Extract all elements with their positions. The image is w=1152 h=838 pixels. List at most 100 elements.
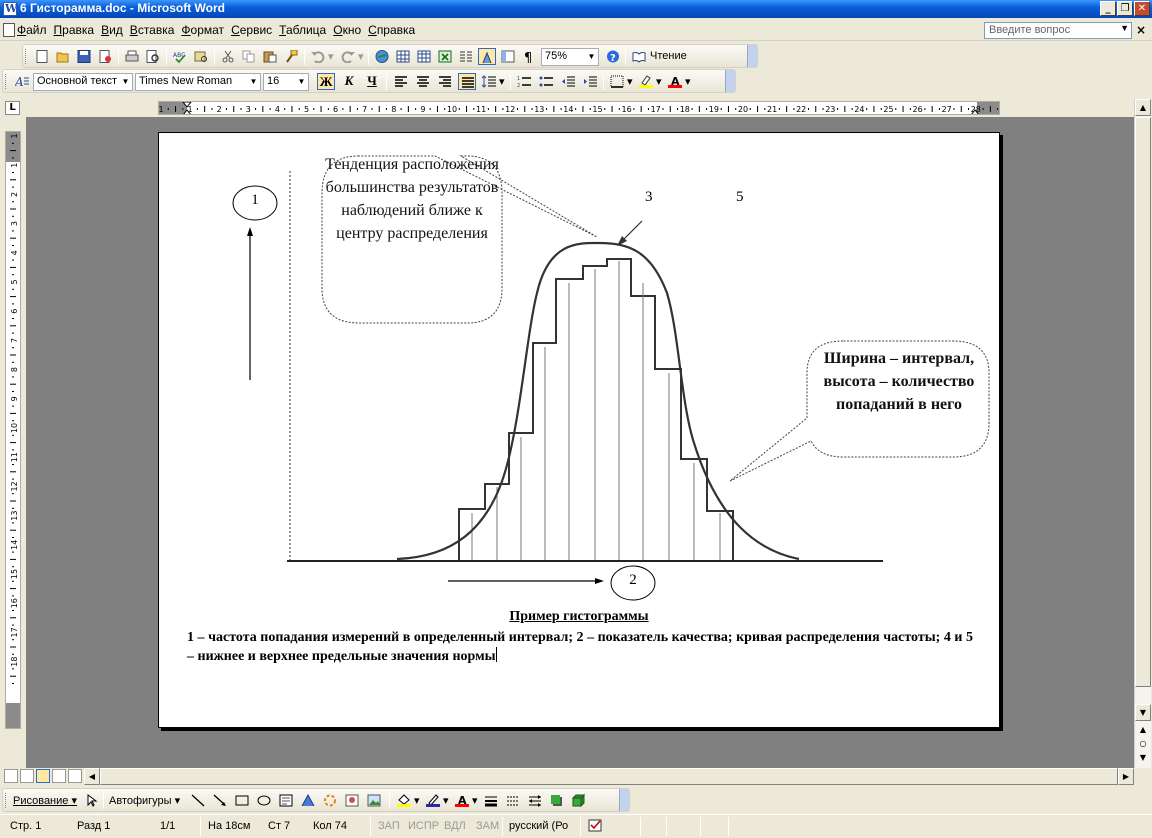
chevron-down-icon[interactable]: ▼: [296, 75, 307, 89]
hyperlink-icon[interactable]: [373, 48, 391, 65]
word-app-icon[interactable]: [3, 2, 17, 16]
increase-indent-icon[interactable]: [581, 73, 599, 90]
insert-excel-icon[interactable]: [436, 48, 454, 65]
status-trk[interactable]: ИСПР: [408, 820, 439, 832]
italic-button[interactable]: К: [340, 73, 358, 90]
font-size-select[interactable]: 16 ▼: [263, 73, 309, 91]
scroll-up-icon[interactable]: ▲: [1135, 99, 1151, 116]
zoom-select[interactable]: 75% ▼: [541, 48, 599, 66]
line-color-dropdown-icon[interactable]: ▾: [443, 794, 449, 807]
permission-icon[interactable]: [96, 48, 114, 65]
styles-formatting-icon[interactable]: A: [13, 73, 31, 90]
normal-view-icon[interactable]: [4, 769, 18, 783]
menu-item[interactable]: Правка: [54, 23, 102, 37]
print-preview-icon[interactable]: [144, 48, 162, 65]
vertical-ruler[interactable]: 1 1 2 3 4 5 6 7 8 9 10 11 12 13 14 15 16 17 18: [5, 131, 21, 729]
style-select[interactable]: Основной текст ▼: [33, 73, 133, 91]
menu-item[interactable]: Таблица: [279, 23, 333, 37]
menu-item[interactable]: Вставка: [130, 23, 182, 37]
align-left-icon[interactable]: [392, 73, 410, 90]
scroll-left-icon[interactable]: ◀: [84, 768, 100, 785]
document-page[interactable]: Тенденция расположения большинства резул…: [158, 132, 1000, 728]
menu-item[interactable]: Формат: [181, 23, 231, 37]
paste-icon[interactable]: [261, 48, 279, 65]
toolbar-options-icon[interactable]: [725, 70, 735, 92]
document-close-icon[interactable]: ×: [1136, 23, 1146, 37]
ask-question-input[interactable]: Введите вопрос ▼: [984, 22, 1132, 39]
highlight-dropdown-icon[interactable]: ▾: [656, 75, 662, 88]
cut-icon[interactable]: [219, 48, 237, 65]
save-icon[interactable]: [75, 48, 93, 65]
undo-icon[interactable]: [309, 48, 327, 65]
toolbar-grip[interactable]: [5, 793, 8, 808]
arrow-tool-icon[interactable]: [211, 792, 229, 809]
font-color-draw-icon[interactable]: A: [453, 792, 471, 809]
justify-icon[interactable]: [458, 73, 476, 90]
borders-dropdown-icon[interactable]: ▾: [627, 75, 633, 88]
close-button[interactable]: ✕: [1134, 1, 1150, 16]
copy-icon[interactable]: [240, 48, 258, 65]
chevron-down-icon[interactable]: ▼: [248, 75, 259, 89]
spelling-icon[interactable]: ABC: [171, 48, 189, 65]
menu-item[interactable]: Окно: [333, 23, 368, 37]
line-spacing-dropdown-icon[interactable]: ▾: [499, 75, 505, 88]
status-rec[interactable]: ЗАП: [378, 820, 400, 832]
tables-borders-icon[interactable]: [394, 48, 412, 65]
print-layout-view-icon[interactable]: [36, 769, 50, 783]
chevron-down-icon[interactable]: ▼: [1120, 23, 1129, 33]
chevron-down-icon[interactable]: ▼: [120, 75, 131, 89]
document-icon[interactable]: [3, 23, 15, 37]
web-layout-view-icon[interactable]: [20, 769, 34, 783]
select-objects-icon[interactable]: [83, 792, 101, 809]
maximize-button[interactable]: ❐: [1117, 1, 1133, 16]
fill-color-dropdown-icon[interactable]: ▾: [414, 794, 420, 807]
read-button-label[interactable]: Чтение: [650, 50, 687, 62]
bullets-icon[interactable]: [537, 73, 555, 90]
menu-item[interactable]: Вид: [101, 23, 130, 37]
menu-item[interactable]: Файл: [17, 23, 54, 37]
undo-dropdown-icon[interactable]: ▾: [328, 50, 334, 63]
align-right-icon[interactable]: [436, 73, 454, 90]
status-ovr[interactable]: ЗАМ: [476, 820, 499, 832]
decrease-indent-icon[interactable]: [559, 73, 577, 90]
read-icon[interactable]: [630, 48, 648, 65]
rectangle-tool-icon[interactable]: [233, 792, 251, 809]
underline-button[interactable]: Ч: [363, 73, 381, 90]
highlight-icon[interactable]: [637, 73, 655, 90]
insert-table-icon[interactable]: [415, 48, 433, 65]
help-icon[interactable]: ?: [604, 48, 622, 65]
outline-view-icon[interactable]: [52, 769, 66, 783]
font-color-draw-dropdown-icon[interactable]: ▾: [472, 794, 478, 807]
scroll-right-icon[interactable]: ▶: [1118, 768, 1134, 785]
menu-item[interactable]: Сервис: [231, 23, 279, 37]
drawing-menu-button[interactable]: Рисование ▾: [13, 794, 77, 807]
insert-picture-icon[interactable]: [365, 792, 383, 809]
arrow-style-icon[interactable]: [526, 792, 544, 809]
autoshapes-menu-button[interactable]: Автофигуры ▾: [109, 794, 180, 807]
document-workspace[interactable]: Тенденция расположения большинства резул…: [26, 117, 1134, 768]
new-document-icon[interactable]: [33, 48, 51, 65]
clipart-icon[interactable]: [343, 792, 361, 809]
status-ext[interactable]: ВДЛ: [444, 820, 466, 832]
line-tool-icon[interactable]: [189, 792, 207, 809]
redo-icon[interactable]: [339, 48, 357, 65]
line-style-icon[interactable]: [482, 792, 500, 809]
align-center-icon[interactable]: [414, 73, 432, 90]
shadow-style-icon[interactable]: [548, 792, 566, 809]
font-select[interactable]: Times New Roman ▼: [135, 73, 261, 91]
format-painter-icon[interactable]: [282, 48, 300, 65]
toolbar-grip[interactable]: [25, 49, 28, 64]
menu-item[interactable]: Справка: [368, 23, 422, 37]
tab-selector[interactable]: L: [5, 101, 20, 115]
spelling-status-icon[interactable]: [588, 819, 606, 833]
horizontal-scroll-thumb[interactable]: [100, 768, 1118, 785]
horizontal-ruler[interactable]: 1123456789101112131415161718192021222324…: [158, 101, 1000, 115]
line-spacing-icon[interactable]: [480, 73, 498, 90]
toolbar-grip[interactable]: [5, 74, 8, 89]
document-map-icon[interactable]: [499, 48, 517, 65]
columns-icon[interactable]: [457, 48, 475, 65]
show-paragraph-marks-icon[interactable]: ¶: [520, 48, 538, 65]
open-folder-icon[interactable]: [54, 48, 72, 65]
bold-button[interactable]: Ж: [317, 73, 335, 90]
chevron-down-icon[interactable]: ▼: [586, 50, 597, 64]
